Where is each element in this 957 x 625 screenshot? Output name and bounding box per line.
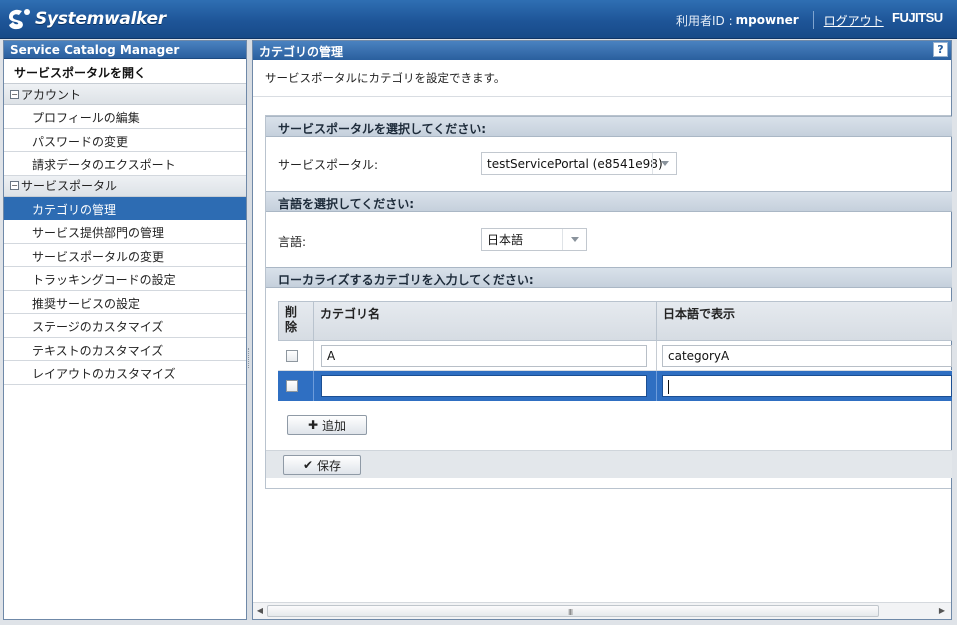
sidebar-group-service-portal[interactable]: − サービスポータル <box>4 175 246 197</box>
sidebar-group-label: サービスポータル <box>21 179 118 193</box>
scrollbar-thumb[interactable]: III <box>267 605 879 617</box>
collapse-icon[interactable]: − <box>10 89 19 99</box>
section-heading-language: 言語を選択してください: <box>266 191 952 212</box>
column-header-delete: 削 除 <box>279 302 314 340</box>
save-button-label: 保存 <box>317 458 342 473</box>
japanese-display-input[interactable] <box>662 375 952 397</box>
text-cursor <box>668 379 669 394</box>
user-id-label: 利用者ID : <box>676 13 733 28</box>
portal-select-value: testServicePortal (e8541e98) <box>487 156 663 171</box>
collapse-icon[interactable]: − <box>10 181 19 190</box>
sidebar-title: Service Catalog Manager <box>4 41 246 59</box>
sidebar: Service Catalog Manager サービスポータルを開く − アカ… <box>3 40 247 620</box>
scroll-right-icon[interactable]: ▶ <box>937 606 947 616</box>
plus-icon: ✚ <box>307 418 319 432</box>
top-header: Systemwalker 利用者ID : mpowner ログアウト FUJIT… <box>0 0 957 39</box>
brand-logo: Systemwalker <box>8 7 166 31</box>
japanese-display-input[interactable]: categoryA <box>662 345 952 367</box>
sidebar-item-change-portal[interactable]: サービスポータルの変更 <box>4 244 246 267</box>
table-row[interactable] <box>278 371 952 401</box>
column-divider <box>313 341 314 371</box>
chevron-down-icon[interactable] <box>562 229 586 250</box>
fujitsu-logo: FUJITSU <box>892 10 943 25</box>
fujitsu-logo-text: FUJITSU <box>892 10 943 25</box>
language-select-value: 日本語 <box>487 233 524 247</box>
delete-checkbox[interactable] <box>286 380 298 392</box>
column-header-delete-line1: 削 <box>285 305 298 319</box>
sidebar-group-label: アカウント <box>21 87 82 102</box>
sidebar-item-customize-text[interactable]: テキストのカスタマイズ <box>4 338 246 361</box>
column-header-delete-line2: 除 <box>285 320 298 334</box>
splitter-grip-icon[interactable] <box>248 348 251 368</box>
user-area: 利用者ID : mpowner ログアウト <box>676 11 884 29</box>
column-divider <box>656 341 657 371</box>
section-heading-portal: サービスポータルを選択してください: <box>266 116 952 137</box>
sidebar-item-change-password[interactable]: パスワードの変更 <box>4 129 246 152</box>
category-name-input[interactable]: A <box>321 345 647 367</box>
sidebar-item-export-billing[interactable]: 請求データのエクスポート <box>4 152 246 176</box>
page-description: サービスポータルにカテゴリを設定できます。 <box>253 60 951 97</box>
checkmark-icon: ✔ <box>302 458 314 472</box>
main-panel: カテゴリの管理 ? サービスポータルにカテゴリを設定できます。 サービスポータル… <box>252 40 952 620</box>
table-row[interactable]: A categoryA <box>278 341 952 371</box>
delete-checkbox[interactable] <box>286 350 298 362</box>
sidebar-item-open-portal[interactable]: サービスポータルを開く <box>4 59 246 84</box>
scrollbar-grip: III <box>568 608 573 617</box>
column-divider <box>656 371 657 401</box>
sidebar-item-customize-stages[interactable]: ステージのカスタマイズ <box>4 314 246 338</box>
table-header: 削 除 カテゴリ名 日本語で表示 <box>278 301 952 341</box>
column-divider <box>313 371 314 401</box>
sidebar-item-customize-layout[interactable]: レイアウトのカスタマイズ <box>4 361 246 385</box>
user-id-value: mpowner <box>735 13 799 27</box>
add-button[interactable]: ✚ 追加 <box>287 415 367 435</box>
language-select[interactable]: 日本語 <box>481 228 587 251</box>
logout-link[interactable]: ログアウト <box>824 12 884 29</box>
sidebar-group-account[interactable]: − アカウント <box>4 84 246 105</box>
sidebar-item-tracking-code[interactable]: トラッキングコードの設定 <box>4 267 246 291</box>
page-title: カテゴリの管理 <box>259 45 344 59</box>
sidebar-item-manage-suppliers[interactable]: サービス提供部門の管理 <box>4 220 246 244</box>
horizontal-scrollbar[interactable]: ◀ III ▶ <box>253 602 951 619</box>
sidebar-item-manage-categories[interactable]: カテゴリの管理 <box>4 196 246 220</box>
add-button-label: 追加 <box>322 418 347 433</box>
section-heading-categories: ローカライズするカテゴリを入力してください: <box>266 267 952 288</box>
column-header-category-name: カテゴリ名 <box>314 302 657 340</box>
category-name-input[interactable] <box>321 375 647 397</box>
portal-select[interactable]: testServicePortal (e8541e98) <box>481 152 677 175</box>
save-bar: ✔ 保存 <box>266 450 952 478</box>
chevron-down-icon[interactable] <box>652 153 676 174</box>
column-header-japanese-display: 日本語で表示 <box>663 307 736 321</box>
scroll-left-icon[interactable]: ◀ <box>255 606 265 616</box>
sidebar-item-recommended-services[interactable]: 推奨サービスの設定 <box>4 291 246 314</box>
help-icon[interactable]: ? <box>933 42 948 57</box>
language-label: 言語: <box>278 235 307 249</box>
systemwalker-logo-icon <box>8 8 32 30</box>
save-button[interactable]: ✔ 保存 <box>283 455 361 475</box>
brand-name: Systemwalker <box>35 9 166 29</box>
sidebar-item-edit-profile[interactable]: プロフィールの編集 <box>4 105 246 129</box>
form-box: サービスポータルを選択してください: サービスポータル: testService… <box>265 115 952 489</box>
portal-label: サービスポータル: <box>278 158 379 172</box>
form-content: サービスポータルを選択してください: サービスポータル: testService… <box>265 115 952 489</box>
page-title-bar: カテゴリの管理 ? <box>253 41 951 60</box>
header-divider <box>812 11 814 29</box>
